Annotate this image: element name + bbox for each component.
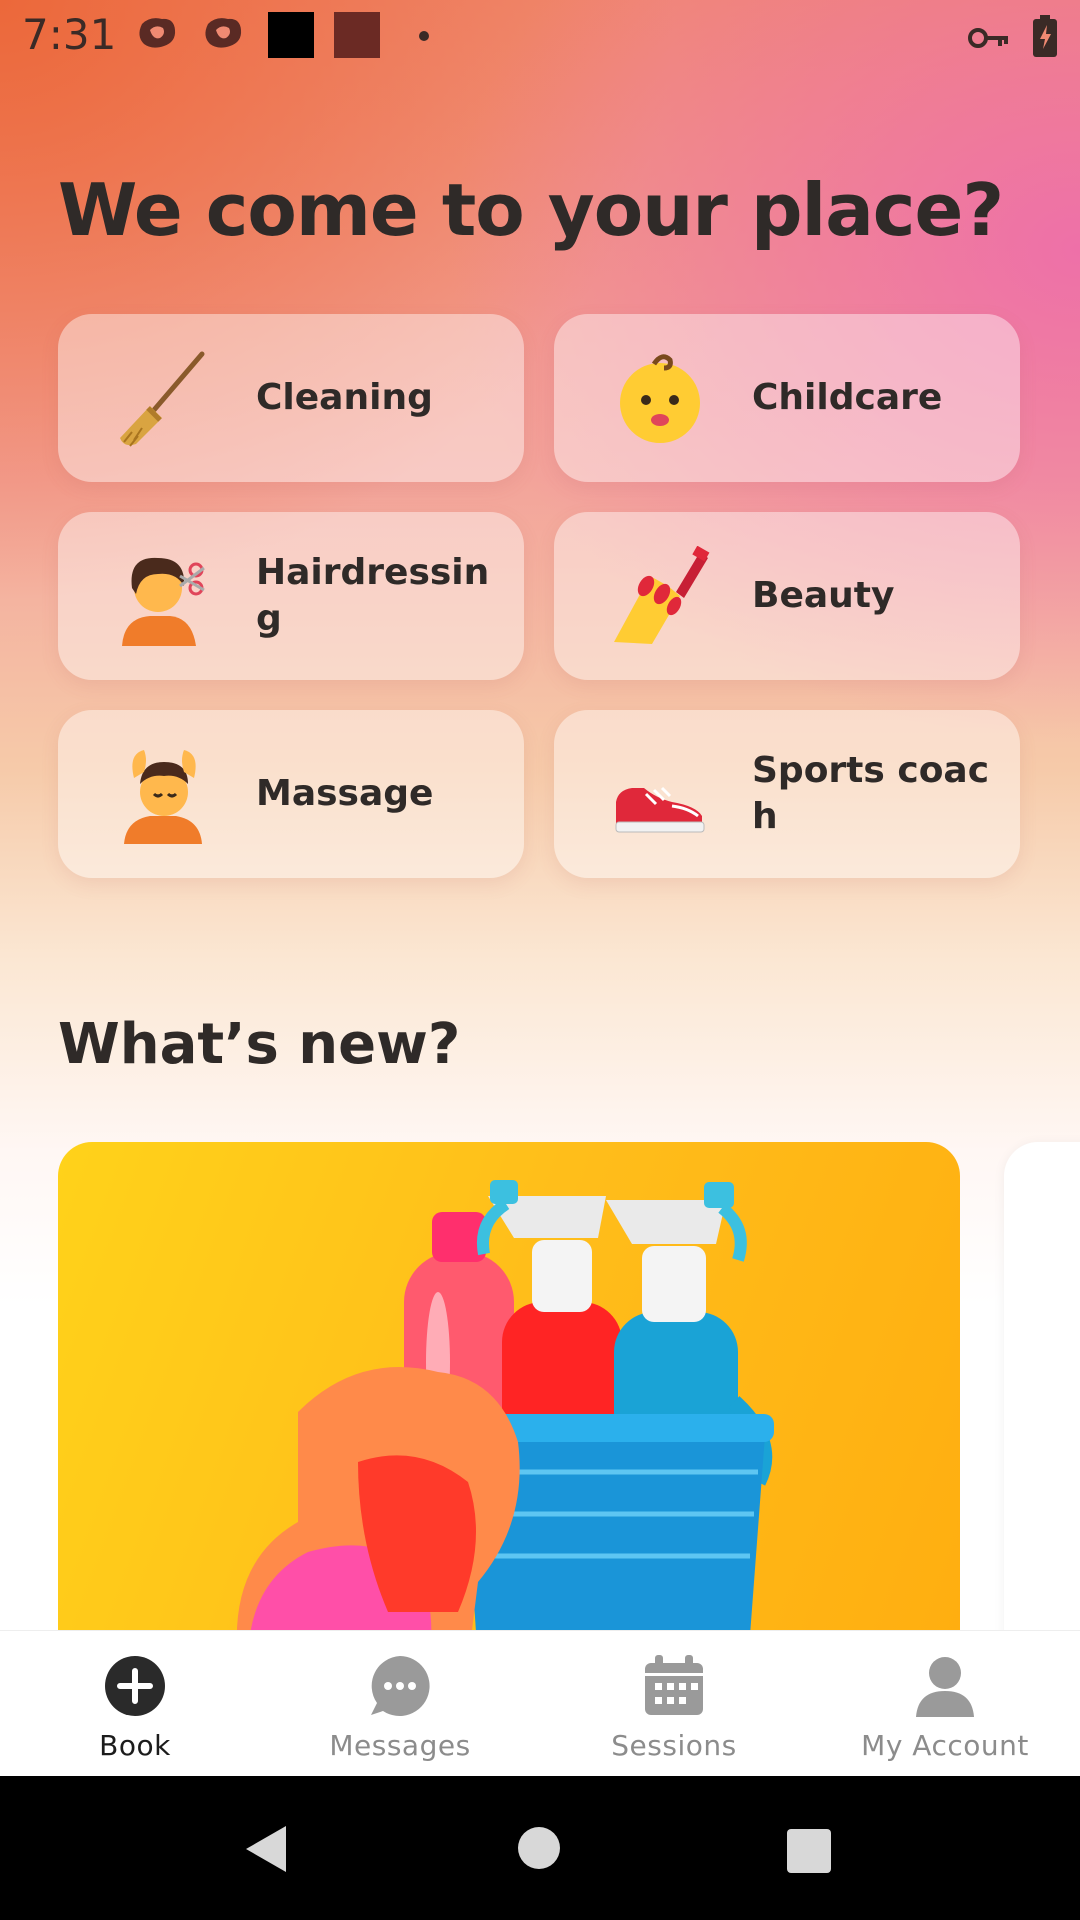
news-card-next[interactable]: [1004, 1142, 1080, 1662]
service-card-cleaning[interactable]: Cleaning: [58, 314, 524, 482]
nav-label: Book: [99, 1729, 171, 1762]
service-card-childcare[interactable]: Childcare: [554, 314, 1020, 482]
notification-blob-icon: [205, 18, 242, 48]
nav-my-account[interactable]: My Account: [810, 1631, 1080, 1777]
plus-circle-icon: [105, 1656, 165, 1716]
chat-bubble-icon: [371, 1656, 430, 1716]
back-icon[interactable]: [244, 1824, 288, 1874]
service-label: Massage: [256, 773, 434, 814]
battery-charging-icon: [1033, 15, 1057, 57]
service-label: Cleaning: [256, 377, 433, 418]
home-icon[interactable]: [517, 1826, 561, 1870]
notification-blob-icon: [139, 18, 176, 48]
dot-icon: [419, 31, 429, 41]
massage-icon: [124, 750, 202, 844]
app-screen: 7:31 We come to your place? Cleaning Chi…: [0, 0, 1080, 1920]
status-bar: 7:31: [0, 0, 1080, 72]
haircut-icon: [122, 557, 205, 646]
nav-label: My Account: [861, 1729, 1029, 1762]
page-title: We come to your place?: [58, 168, 1004, 252]
nail-polish-icon: [614, 546, 710, 644]
broom-icon: [120, 351, 205, 447]
nav-label: Messages: [329, 1729, 471, 1762]
service-label: Sports coach: [752, 750, 990, 837]
cleaning-products-image: [236, 1180, 774, 1662]
news-card-cleaning-products[interactable]: [58, 1142, 960, 1662]
recents-icon[interactable]: [786, 1828, 832, 1874]
service-label: Childcare: [752, 377, 943, 418]
nav-sessions[interactable]: Sessions: [539, 1631, 809, 1777]
baby-icon: [620, 354, 700, 443]
brown-square-icon: [334, 12, 380, 58]
service-label: Beauty: [752, 575, 895, 616]
calendar-icon: [645, 1655, 703, 1715]
sneaker-icon: [615, 786, 705, 833]
vpn-key-icon: [968, 28, 1008, 48]
nav-label: Sessions: [611, 1729, 737, 1762]
service-card-beauty[interactable]: Beauty: [554, 512, 1020, 680]
whats-new-title: What’s new?: [58, 1012, 461, 1077]
service-card-massage[interactable]: Massage: [58, 710, 524, 878]
system-navigation-bar: [0, 1776, 1080, 1920]
service-card-sports-coach[interactable]: Sports coach: [554, 710, 1020, 878]
person-icon: [916, 1657, 974, 1717]
bottom-navigation: Book Messages Sessions My Account: [0, 1630, 1080, 1776]
service-card-hairdressing[interactable]: Hairdressing: [58, 512, 524, 680]
status-time: 7:31: [22, 10, 117, 59]
black-square-icon: [268, 12, 314, 58]
nav-book[interactable]: Book: [0, 1631, 270, 1777]
service-label: Hairdressing: [256, 552, 490, 639]
nav-messages[interactable]: Messages: [265, 1631, 535, 1777]
